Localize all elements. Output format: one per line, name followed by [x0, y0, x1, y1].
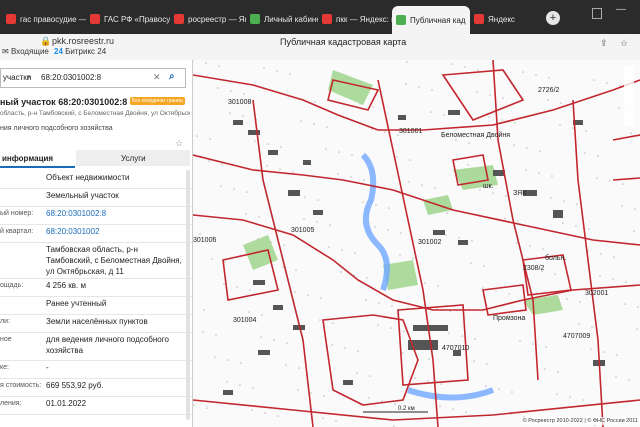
- status-badge: Без координат границ: [130, 97, 185, 105]
- info-field-row: Ранее учтенный: [0, 296, 192, 315]
- info-field-label: ый номер:: [0, 210, 34, 217]
- info-field-value: Земли населённых пунктов: [46, 317, 148, 326]
- scale-bar: 0.2 км: [363, 406, 428, 413]
- browser-tab-active[interactable]: Публичная кад ✕: [392, 6, 470, 34]
- rosreestr-favicon-icon: [396, 15, 406, 25]
- browser-tab[interactable]: пкк — Яндекс: на: [322, 8, 394, 30]
- favorite-star-icon[interactable]: ☆: [175, 138, 183, 149]
- map-label: 4707010: [442, 345, 469, 352]
- map-label: 301005: [291, 227, 314, 234]
- new-tab-button[interactable]: +: [546, 11, 560, 25]
- yandex-favicon-icon: [174, 14, 184, 24]
- svg-text:0.2 км: 0.2 км: [398, 406, 415, 412]
- browser-toolbar: ✉ Входящие 24 Битрикс 24 🔒 pkk.rosreestr…: [0, 34, 640, 61]
- map-label: 302001: [585, 290, 608, 297]
- tab-information[interactable]: информация: [0, 150, 75, 168]
- map-label: 301001: [399, 128, 422, 135]
- chevron-down-icon[interactable]: ▾: [27, 73, 31, 81]
- map-label: шк.: [483, 183, 494, 190]
- info-field-row: ке: -: [0, 360, 192, 379]
- info-field-label: ления:: [0, 400, 22, 407]
- map-label: 4707009: [563, 333, 590, 340]
- panel-scrollbar[interactable]: [186, 170, 190, 420]
- info-field-label: ощадь:: [0, 282, 24, 289]
- info-field-label: й квартал:: [0, 228, 34, 235]
- map-canvas[interactable]: 301008 Беломестная Двойня 301001 301006 3010…: [193, 60, 640, 427]
- address-bar[interactable]: pkk.rosreestr.ru: [52, 36, 114, 46]
- info-field-row: я стоимость: 669 553,92 руб.: [0, 378, 192, 397]
- search-icon[interactable]: ⌕: [169, 71, 175, 82]
- map-label: 2308/2: [523, 265, 545, 272]
- info-field-row: Земельный участок: [0, 188, 192, 207]
- map-label: 301004: [233, 317, 256, 324]
- clear-icon[interactable]: ✕: [153, 72, 161, 83]
- browser-tab[interactable]: ГАС РФ «Правосу: [90, 8, 170, 30]
- info-field-value: Объект недвижимости: [46, 173, 130, 182]
- lock-icon: 🔒: [40, 36, 52, 46]
- info-field-row: й квартал: 68:20:0301002: [0, 224, 192, 243]
- info-field-row: ное для ведения личного подсобного хозяйс…: [0, 332, 192, 361]
- map-label: 301006: [193, 237, 216, 244]
- object-purpose: ния личного подсобного хозяйства: [0, 125, 113, 132]
- browser-tab[interactable]: Яндекс: [474, 8, 530, 30]
- map-label: Промзона: [493, 315, 525, 322]
- info-field-value: 669 553,92 руб.: [46, 381, 104, 390]
- info-field-row: ли: Земли населённых пунктов: [0, 314, 192, 333]
- browser-tab-bar: гас правосудие — ГАС РФ «Правосу росреес…: [0, 0, 640, 34]
- map-label: 2726/2: [538, 87, 560, 94]
- object-title: ный участок 68:20:0301002:8: [0, 97, 128, 107]
- bookmark-star-icon[interactable]: ☆: [620, 38, 628, 49]
- cadastral-map[interactable]: 301008 Беломестная Двойня 301001 301006 3010…: [193, 60, 640, 427]
- info-field-label: ное: [0, 336, 12, 343]
- map-copyright: © Росреестр 2010-2022 | © ФНС России 201…: [520, 417, 640, 425]
- info-field-row: ощадь: 4 256 кв. м: [0, 278, 192, 297]
- info-field-label: ли:: [0, 318, 10, 325]
- yandex-favicon-icon: [474, 14, 484, 24]
- object-info-panel: участки ▾ 68:20:0301002:8 ✕ ⌕ ный участо…: [0, 60, 193, 427]
- info-field-value: Земельный участок: [46, 191, 119, 200]
- info-field-value: -: [46, 363, 49, 372]
- rosreestr-favicon-icon: [250, 14, 260, 24]
- bookmarks-icon[interactable]: [592, 8, 602, 19]
- browser-tab[interactable]: росреестр — Янд: [174, 8, 246, 30]
- info-field-link[interactable]: 68:20:0301002: [46, 226, 186, 237]
- bookmark-bitrix[interactable]: 24 Битрикс 24: [54, 47, 106, 56]
- map-label: Беломестная Двойня: [441, 131, 510, 139]
- map-controls[interactable]: [624, 66, 634, 126]
- info-field-row: Объект недвижимости: [0, 170, 192, 189]
- mail-icon: ✉: [2, 47, 11, 56]
- info-field-row: ления: 01.01.2022: [0, 396, 192, 415]
- info-field-value: для ведения личного подсобного хозяйства: [46, 335, 169, 355]
- map-label: ЗЯК: [513, 190, 527, 197]
- info-field-value: 4 256 кв. м: [46, 281, 86, 290]
- share-icon[interactable]: ⇪: [600, 38, 608, 49]
- bitrix-logo: 24: [54, 47, 63, 56]
- info-field-link[interactable]: 68:20:0301002:8: [46, 208, 186, 219]
- map-label: 301008: [228, 99, 251, 106]
- browser-tab[interactable]: гас правосудие —: [6, 8, 86, 30]
- info-field-value: Тамбовская область, р-н Тамбовский, с Бе…: [46, 245, 182, 276]
- map-label: 301002: [418, 239, 441, 246]
- tab-services[interactable]: Услуги: [76, 150, 190, 166]
- info-field-row: ый номер: 68:20:0301002:8: [0, 206, 192, 225]
- buildings: [223, 110, 605, 395]
- yandex-favicon-icon: [90, 14, 100, 24]
- info-field-label: я стоимость:: [0, 382, 42, 389]
- yandex-favicon-icon: [6, 14, 16, 24]
- browser-tab[interactable]: Личный кабинет: [250, 8, 318, 30]
- object-address: область, р-н Тамбовский, с Беломестная Д…: [0, 110, 190, 117]
- page-title: Публичная кадастровая карта: [280, 37, 407, 47]
- minimize-icon[interactable]: —: [616, 4, 626, 15]
- info-field-row: Тамбовская область, р-н Тамбовский, с Бе…: [0, 242, 192, 279]
- search-box: участки ▾ 68:20:0301002:8 ✕ ⌕: [0, 68, 186, 88]
- yandex-favicon-icon: [322, 14, 332, 24]
- info-field-value: 01.01.2022: [46, 399, 87, 408]
- search-input[interactable]: 68:20:0301002:8: [41, 73, 101, 82]
- info-field-label: ке:: [0, 364, 9, 371]
- info-field-value: Ранее учтенный: [46, 299, 107, 308]
- bookmark-inbox[interactable]: ✉ Входящие: [2, 47, 49, 56]
- map-label: больн.: [545, 254, 566, 262]
